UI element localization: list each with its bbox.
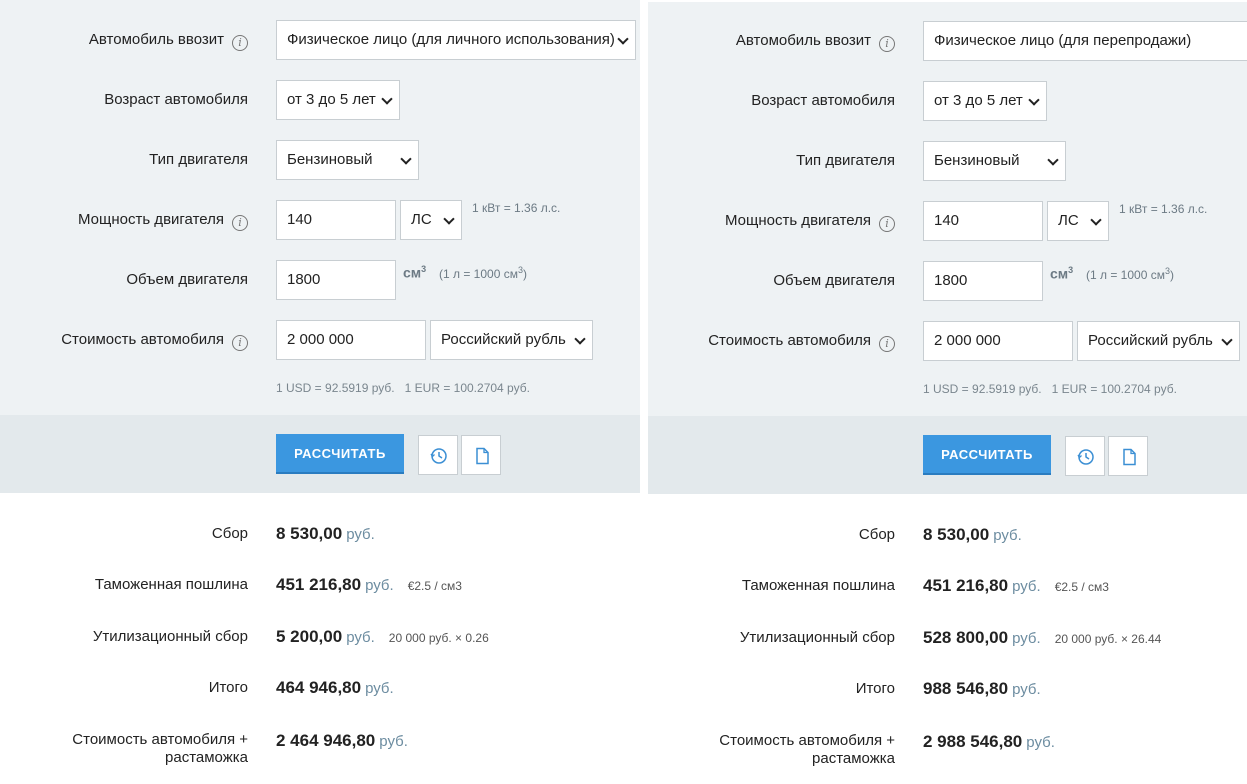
power-conversion-note: 1 кВт = 1.36 л.с. — [1119, 202, 1208, 216]
currency-select[interactable]: Российский рубль — [1077, 321, 1240, 361]
clock-icon — [430, 448, 447, 464]
power-input[interactable]: 140 — [276, 200, 396, 240]
importer-select[interactable]: Физическое лицо (для личного использован… — [276, 20, 636, 60]
util-label: Утилизационный сбор — [739, 629, 895, 646]
chevron-down-icon — [1090, 214, 1102, 226]
grand-total-value: 2 464 946,80 руб. — [276, 731, 408, 750]
results-section: Сбор 8 530,00 руб. Таможенная пошлина 451… — [0, 493, 640, 784]
document-icon — [1123, 448, 1136, 466]
document-button[interactable] — [1108, 436, 1148, 476]
price-input[interactable]: 2 000 000 — [923, 321, 1073, 361]
chevron-down-icon — [617, 33, 629, 45]
power-input[interactable]: 140 — [923, 201, 1043, 241]
importer-label: Автомобиль ввозит i — [648, 32, 895, 52]
chevron-down-icon — [1047, 154, 1059, 166]
exchange-rates: 1 USD = 92.5919 руб. 1 EUR = 100.2704 ру… — [276, 381, 530, 395]
calculate-button[interactable]: РАССЧИТАТЬ — [923, 435, 1051, 475]
volume-unit: см3 — [1050, 265, 1074, 282]
history-button[interactable] — [418, 435, 458, 475]
total-value: 988 546,80 руб. — [923, 679, 1041, 698]
total-label: Итого — [208, 679, 248, 696]
volume-label: Объем двигателя — [773, 272, 895, 289]
info-icon[interactable]: i — [232, 335, 248, 351]
engine-type-label: Тип двигателя — [796, 152, 895, 169]
price-input[interactable]: 2 000 000 — [276, 320, 426, 360]
engine-type-select[interactable]: Бензиновый — [923, 141, 1066, 181]
power-label: Мощность двигателя i — [0, 211, 248, 231]
util-label: Утилизационный сбор — [92, 628, 248, 645]
volume-input[interactable]: 1800 — [276, 260, 396, 300]
calculator-panel-personal: Автомобиль ввозит i Физическое лицо (для … — [0, 0, 640, 784]
fee-label: Сбор — [211, 525, 248, 542]
action-bar: РАССЧИТАТЬ — [0, 415, 640, 493]
age-select[interactable]: от 3 до 5 лет — [276, 80, 400, 120]
volume-label: Объем двигателя — [126, 271, 248, 288]
currency-select[interactable]: Российский рубль — [430, 320, 593, 360]
util-value: 528 800,00 руб. 20 000 руб. × 26.44 — [923, 628, 1162, 647]
chevron-down-icon — [443, 213, 455, 225]
info-icon[interactable]: i — [879, 336, 895, 352]
total-label: Итого — [855, 680, 895, 697]
history-button[interactable] — [1065, 436, 1105, 476]
age-select[interactable]: от 3 до 5 лет — [923, 81, 1047, 121]
volume-input[interactable]: 1800 — [923, 261, 1043, 301]
chevron-down-icon — [574, 333, 586, 345]
duty-label: Таможенная пошлина — [741, 577, 895, 594]
grand-total-value: 2 988 546,80 руб. — [923, 732, 1055, 751]
engine-type-label: Тип двигателя — [149, 151, 248, 168]
importer-select[interactable]: Физическое лицо (для перепродажи) — [923, 21, 1247, 61]
calculator-panel-resale: Автомобиль ввозит i Физическое лицо (для … — [648, 0, 1247, 784]
document-icon — [476, 447, 489, 465]
age-label: Возраст автомобиля — [751, 92, 895, 109]
volume-conversion-note: (1 л = 1000 см3) — [1086, 266, 1174, 282]
power-conversion-note: 1 кВт = 1.36 л.с. — [472, 201, 561, 215]
fee-value: 8 530,00 руб. — [276, 524, 375, 543]
exchange-rates: 1 USD = 92.5919 руб. 1 EUR = 100.2704 ру… — [923, 382, 1177, 396]
power-label: Мощность двигателя i — [648, 212, 895, 232]
price-label: Стоимость автомобиля i — [0, 331, 248, 351]
info-icon[interactable]: i — [232, 35, 248, 51]
power-unit-select[interactable]: ЛС — [400, 200, 462, 240]
info-icon[interactable]: i — [879, 216, 895, 232]
volume-conversion-note: (1 л = 1000 см3) — [439, 265, 527, 281]
age-label: Возраст автомобиля — [104, 91, 248, 108]
engine-type-select[interactable]: Бензиновый — [276, 140, 419, 180]
clock-icon — [1077, 449, 1094, 465]
fee-label: Сбор — [858, 526, 895, 543]
fee-value: 8 530,00 руб. — [923, 525, 1022, 544]
results-section: Сбор 8 530,00 руб. Таможенная пошлина 451… — [648, 494, 1247, 784]
importer-label: Автомобиль ввозит i — [0, 31, 248, 51]
power-unit-select[interactable]: ЛС — [1047, 201, 1109, 241]
info-icon[interactable]: i — [879, 36, 895, 52]
grand-total-label: Стоимость автомобиля + растаможка — [72, 731, 248, 766]
info-icon[interactable]: i — [232, 215, 248, 231]
calculate-button[interactable]: РАССЧИТАТЬ — [276, 434, 404, 474]
grand-total-label: Стоимость автомобиля + растаможка — [719, 732, 895, 767]
document-button[interactable] — [461, 435, 501, 475]
util-value: 5 200,00 руб. 20 000 руб. × 0.26 — [276, 627, 489, 646]
price-label: Стоимость автомобиля i — [648, 332, 895, 352]
duty-label: Таможенная пошлина — [94, 576, 248, 593]
chevron-down-icon — [1028, 94, 1040, 106]
chevron-down-icon — [381, 93, 393, 105]
duty-value: 451 216,80 руб. €2.5 / см3 — [923, 576, 1109, 595]
chevron-down-icon — [400, 153, 412, 165]
duty-value: 451 216,80 руб. €2.5 / см3 — [276, 575, 462, 594]
total-value: 464 946,80 руб. — [276, 678, 394, 697]
chevron-down-icon — [1221, 334, 1233, 346]
action-bar: РАССЧИТАТЬ — [648, 416, 1247, 494]
calculator-form: Автомобиль ввозит i Физическое лицо (для … — [0, 0, 640, 415]
calculator-form: Автомобиль ввозит i Физическое лицо (для … — [648, 2, 1247, 416]
volume-unit: см3 — [403, 264, 427, 281]
